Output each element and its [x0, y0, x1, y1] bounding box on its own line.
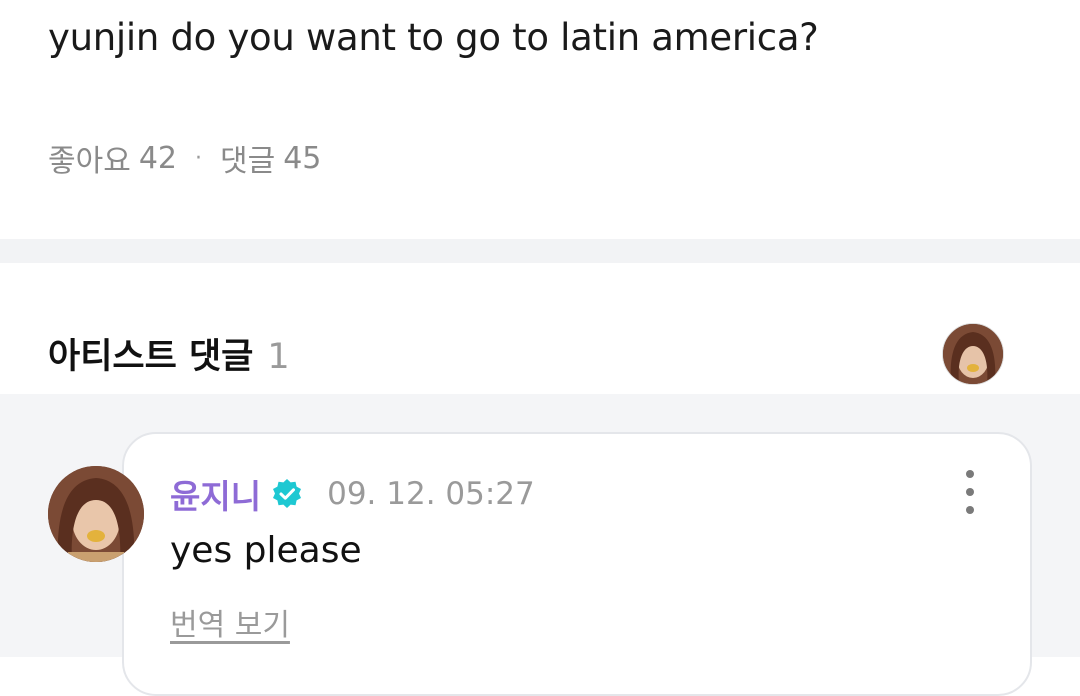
comment-timestamp: 09. 12. 05:27 [327, 476, 535, 512]
likes-label[interactable]: 좋아요 [48, 136, 131, 180]
post-stats: 좋아요 42 · 댓글 45 [48, 136, 321, 180]
translate-link[interactable]: 번역 보기 [170, 600, 290, 644]
artist-avatar[interactable] [942, 323, 1004, 385]
menu-dot [966, 506, 974, 514]
comments-count: 45 [283, 140, 322, 176]
menu-dot [966, 470, 974, 478]
menu-dot [966, 488, 974, 496]
comments-label[interactable]: 댓글 [220, 136, 275, 180]
verified-badge-icon [273, 479, 302, 508]
comment-header: 윤지니 09. 12. 05:27 [170, 470, 535, 518]
comment-author-name[interactable]: 윤지니 [170, 470, 261, 518]
artist-comments-count: 1 [267, 337, 290, 377]
more-options-icon[interactable] [956, 470, 984, 514]
artist-comments-title: 아티스트 댓글 [48, 337, 254, 377]
comment-author-avatar[interactable] [48, 466, 144, 562]
post-text: yunjin do you want to go to latin americ… [48, 16, 819, 59]
artist-comments-header: 아티스트 댓글 1 [48, 328, 290, 379]
meta-separator: · [195, 145, 202, 171]
section-divider [0, 239, 1080, 263]
likes-count: 42 [138, 140, 177, 176]
comment-text: yes please [170, 530, 362, 571]
